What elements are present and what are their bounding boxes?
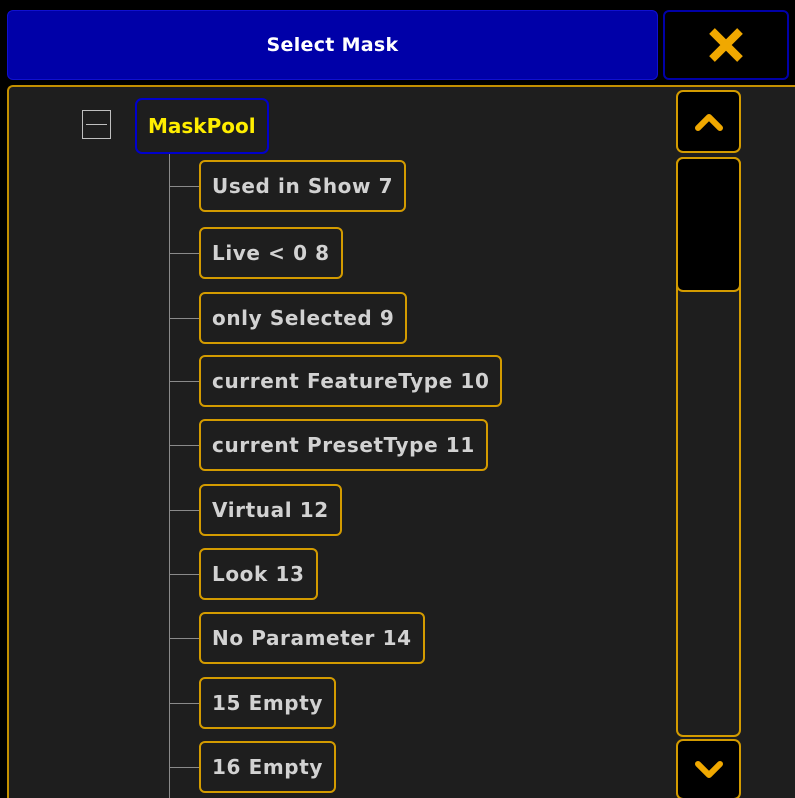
- tree-connector: [169, 509, 199, 511]
- tree-row: 16 Empty: [169, 741, 337, 793]
- tree-root-maskpool[interactable]: MaskPool: [135, 98, 269, 154]
- scroll-up-button[interactable]: [676, 90, 741, 153]
- tree-connector: [169, 637, 199, 639]
- tree-connector: [169, 317, 199, 319]
- tree-row: Virtual 12: [169, 484, 342, 536]
- mask-item-label: Live < 0 8: [212, 241, 330, 265]
- tree-row: Used in Show 7: [169, 160, 407, 212]
- mask-item-16-empty[interactable]: 16 Empty: [199, 741, 337, 793]
- tree-row: Look 13: [169, 548, 318, 600]
- tree-connector: [169, 702, 199, 704]
- close-button[interactable]: [663, 10, 789, 80]
- mask-item-current-presettype[interactable]: current PresetType 11: [199, 419, 488, 471]
- tree-connector: [169, 252, 199, 254]
- mask-item-virtual[interactable]: Virtual 12: [199, 484, 342, 536]
- mask-item-label: No Parameter 14: [212, 626, 412, 650]
- mask-item-used-in-show[interactable]: Used in Show 7: [199, 160, 407, 212]
- mask-item-label: Virtual 12: [212, 498, 329, 522]
- mask-item-label: current FeatureType 10: [212, 369, 490, 393]
- tree-row: current FeatureType 10: [169, 355, 503, 407]
- tree-row: No Parameter 14: [169, 612, 425, 664]
- tree-connector: [169, 573, 199, 575]
- tree-row: Live < 0 8: [169, 227, 343, 279]
- scrollbar-thumb[interactable]: [676, 157, 741, 292]
- mask-item-label: 15 Empty: [212, 691, 324, 715]
- select-mask-dialog: Select Mask MaskPool Used in Show 7 Live…: [0, 0, 795, 798]
- mask-item-current-featuretype[interactable]: current FeatureType 10: [199, 355, 503, 407]
- mask-item-label: 16 Empty: [212, 755, 324, 779]
- dialog-title: Select Mask: [266, 34, 399, 56]
- scroll-down-button[interactable]: [676, 739, 741, 798]
- tree-connector: [169, 185, 199, 187]
- mask-item-label: current PresetType 11: [212, 433, 475, 457]
- title-bar: Select Mask: [7, 10, 658, 80]
- mask-item-label: Look 13: [212, 562, 305, 586]
- tree-connector: [169, 444, 199, 446]
- tree-connector: [169, 766, 199, 768]
- close-x-icon: [709, 28, 743, 62]
- mask-item-only-selected[interactable]: only Selected 9: [199, 292, 408, 344]
- tree-root-label: MaskPool: [148, 114, 256, 138]
- chevron-down-icon: [694, 760, 723, 778]
- collapse-toggle-icon[interactable]: [82, 110, 111, 139]
- mask-item-look[interactable]: Look 13: [199, 548, 318, 600]
- tree-row: only Selected 9: [169, 292, 408, 344]
- mask-item-15-empty[interactable]: 15 Empty: [199, 677, 337, 729]
- tree-row: current PresetType 11: [169, 419, 488, 471]
- mask-item-label: only Selected 9: [212, 306, 395, 330]
- chevron-up-icon: [694, 113, 723, 131]
- mask-item-live[interactable]: Live < 0 8: [199, 227, 343, 279]
- tree-row: 15 Empty: [169, 677, 337, 729]
- mask-item-no-parameter[interactable]: No Parameter 14: [199, 612, 425, 664]
- mask-tree-panel: MaskPool Used in Show 7 Live < 0 8 only …: [7, 85, 795, 798]
- tree-connector: [169, 380, 199, 382]
- mask-item-label: Used in Show 7: [212, 174, 394, 198]
